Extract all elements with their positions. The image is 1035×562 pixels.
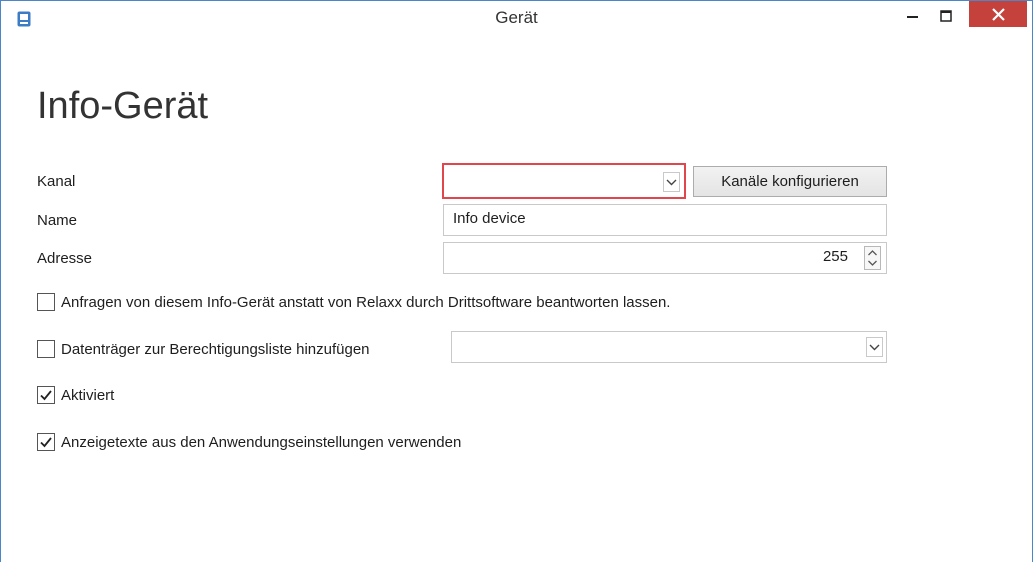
adresse-label: Adresse <box>37 250 93 267</box>
datentraeger-label: Datenträger zur Berechtigungsliste hinzu… <box>61 340 370 358</box>
anzeigetexte-label: Anzeigetexte aus den Anwendungseinstellu… <box>61 433 462 451</box>
configure-channels-button[interactable]: Kanäle konfigurieren <box>693 166 887 197</box>
anzeigetexte-row[interactable]: Anzeigetexte aus den Anwendungseinstellu… <box>37 433 461 451</box>
maximize-button[interactable] <box>932 1 960 31</box>
minimize-button[interactable] <box>899 1 927 31</box>
chevron-down-icon <box>869 344 880 350</box>
checkmark-icon <box>40 390 52 401</box>
datentraeger-dropdown-button[interactable] <box>866 337 883 357</box>
address-spinner[interactable] <box>864 246 881 270</box>
maximize-icon <box>940 10 952 22</box>
third-party-checkbox[interactable] <box>37 293 55 311</box>
third-party-label: Anfragen von diesem Info-Gerät anstatt v… <box>61 293 671 311</box>
spinner-down-icon[interactable] <box>865 258 880 269</box>
address-stepper[interactable]: 255 <box>443 242 887 274</box>
anzeigetexte-checkbox[interactable] <box>37 433 55 451</box>
minimize-icon <box>907 16 918 18</box>
address-value: 255 <box>822 248 848 265</box>
datentraeger-checkbox[interactable] <box>37 340 55 358</box>
datentraeger-combobox[interactable] <box>451 331 887 363</box>
chevron-down-icon <box>666 179 677 185</box>
aktiviert-checkbox[interactable] <box>37 386 55 404</box>
dialog-window: Gerät Info-Gerät Kanal Kanäle konfigurie… <box>0 0 1033 562</box>
aktiviert-row[interactable]: Aktiviert <box>37 386 114 404</box>
close-icon <box>991 7 1005 21</box>
kanal-dropdown-button[interactable] <box>663 172 680 192</box>
aktiviert-label: Aktiviert <box>61 386 115 404</box>
kanal-label: Kanal <box>37 173 76 190</box>
window-title: Gerät <box>495 8 538 27</box>
page-title: Info-Gerät <box>37 85 209 127</box>
kanal-combobox[interactable] <box>442 163 686 199</box>
title-bar[interactable]: Gerät <box>1 1 1032 33</box>
third-party-row[interactable]: Anfragen von diesem Info-Gerät anstatt v… <box>37 293 670 311</box>
spinner-up-icon[interactable] <box>865 247 880 258</box>
checkmark-icon <box>40 437 52 448</box>
name-label: Name <box>37 212 78 229</box>
datentraeger-row[interactable]: Datenträger zur Berechtigungsliste hinzu… <box>37 340 370 358</box>
name-field[interactable]: Info device <box>443 204 887 236</box>
close-button[interactable] <box>969 1 1027 27</box>
